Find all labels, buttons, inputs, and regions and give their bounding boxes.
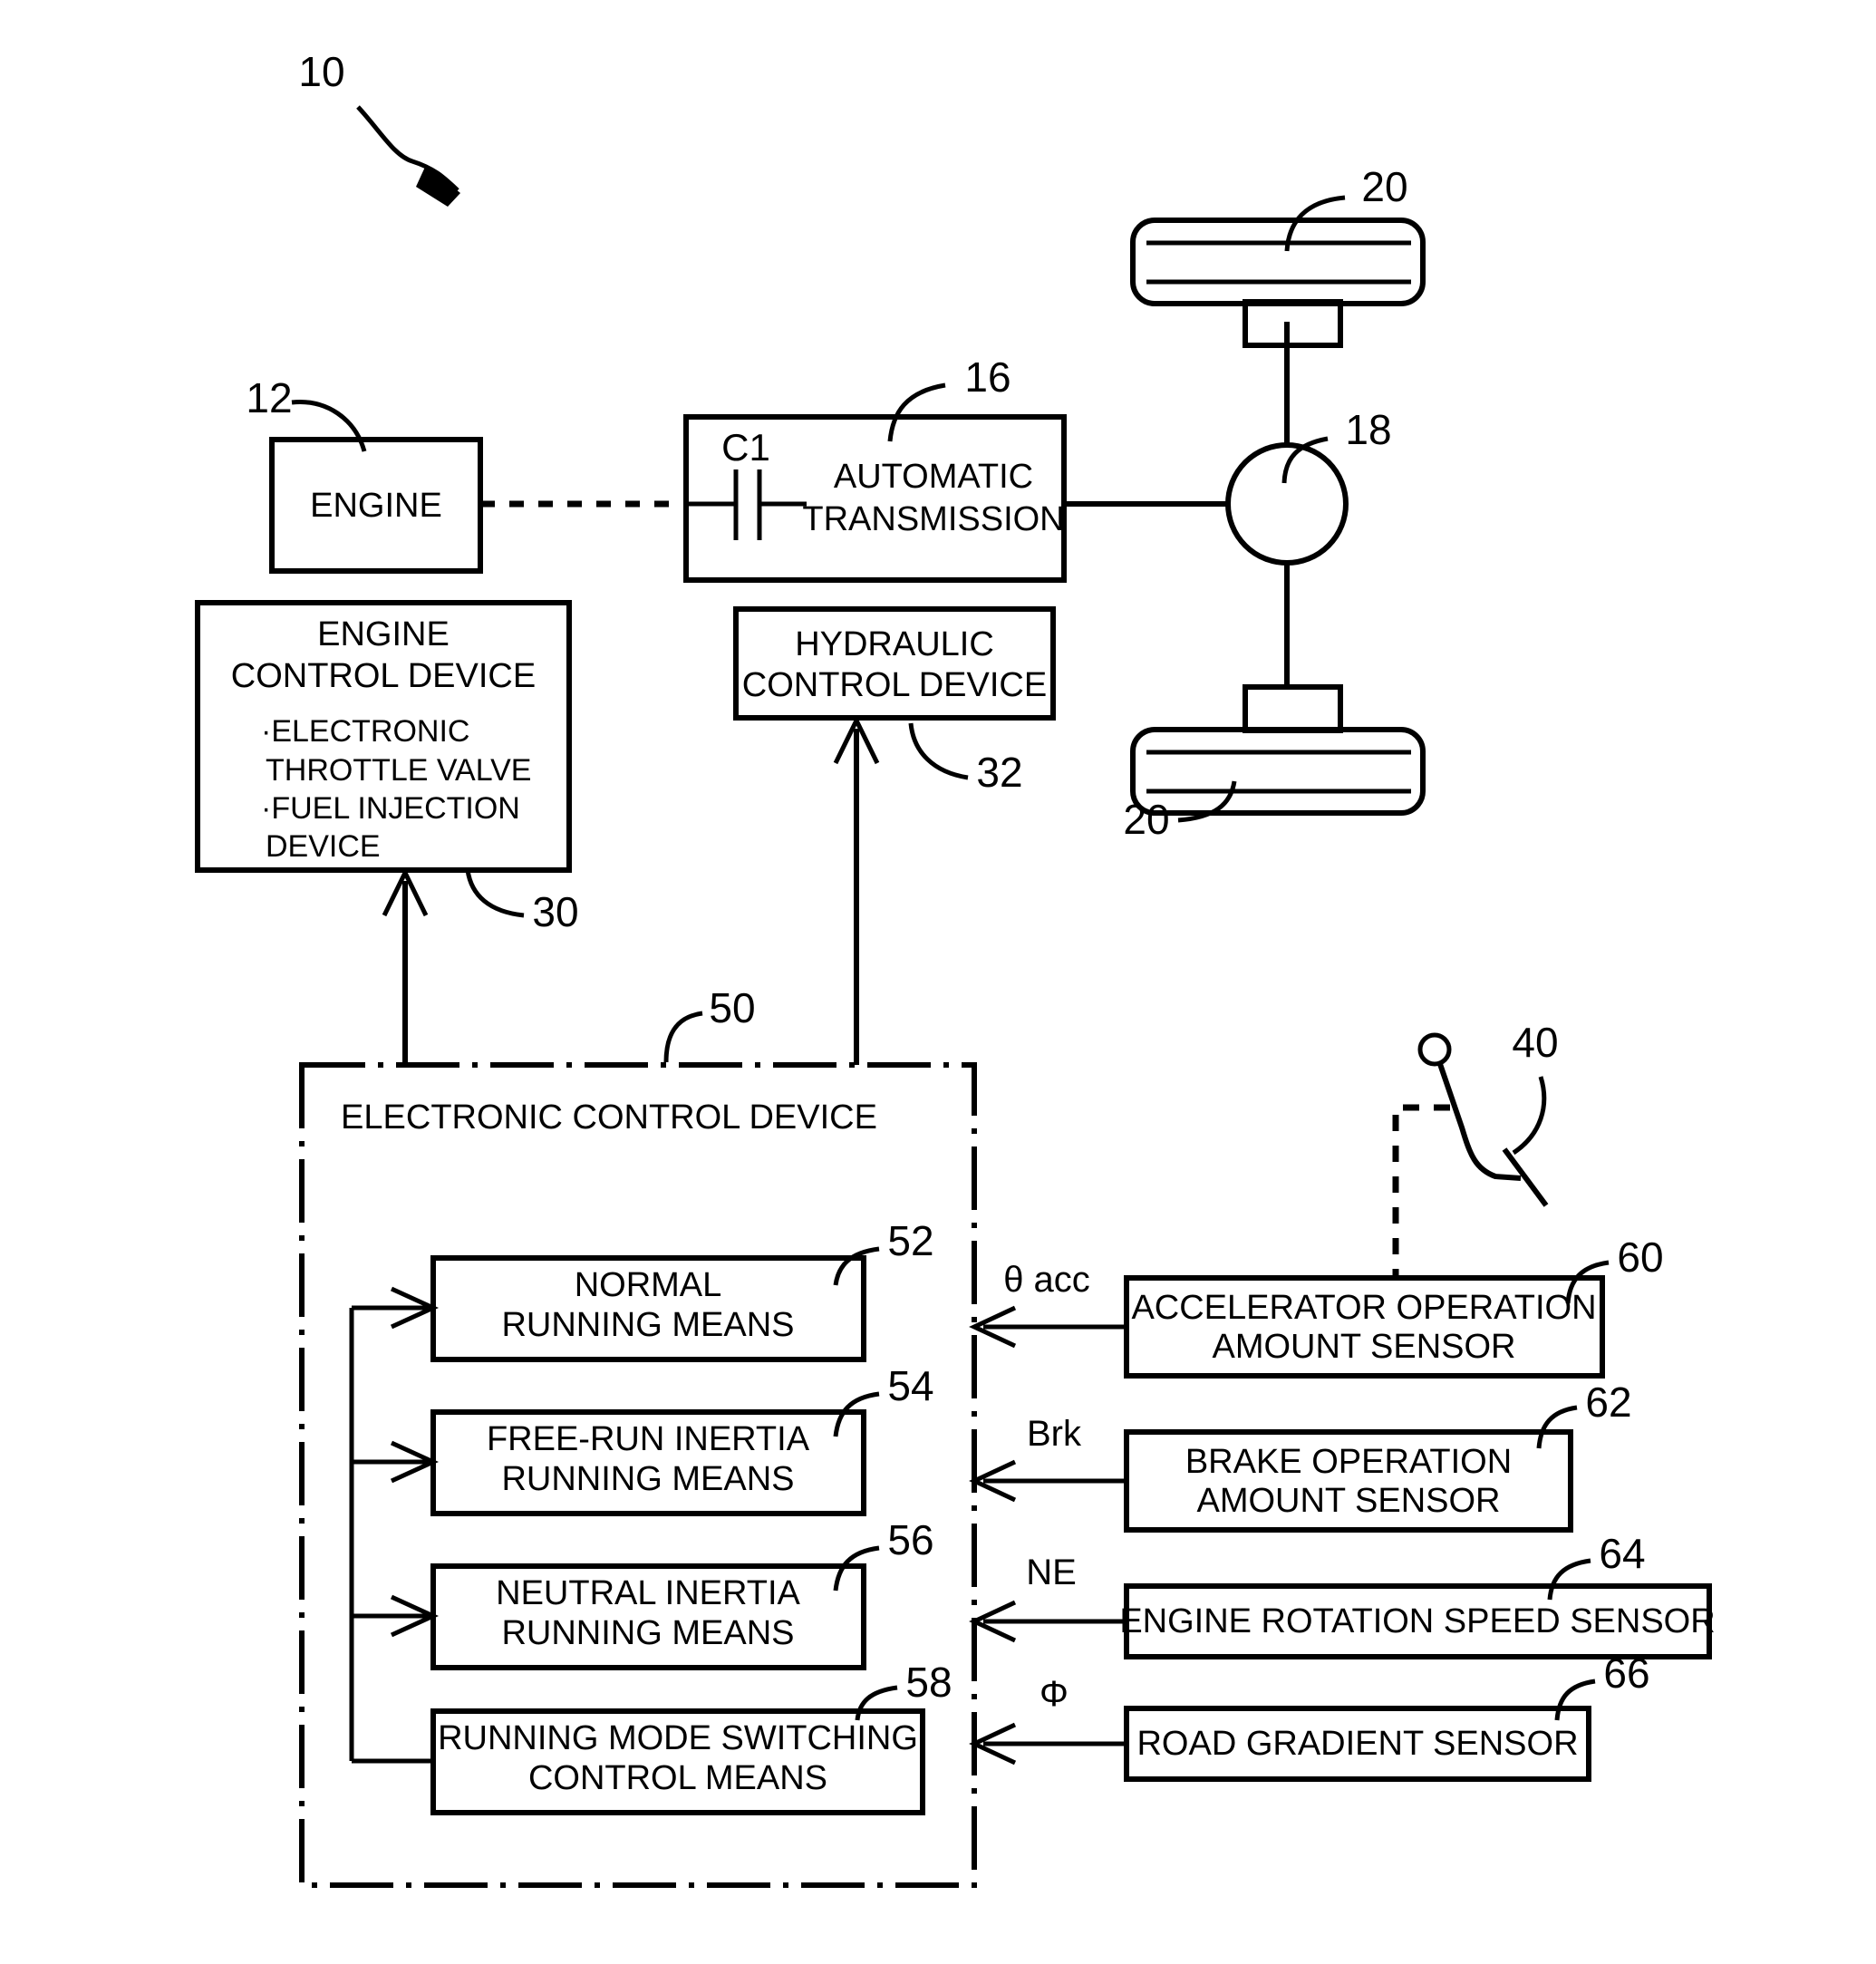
- means-switching-line2: CONTROL MEANS: [528, 1759, 827, 1797]
- sensor-road-gradient-line1: ROAD GRADIENT SENSOR: [1136, 1725, 1578, 1763]
- engine-control-bullet-2: THROTTLE VALVE: [266, 753, 531, 788]
- diagram-canvas: 10 ENGINE 12 C1 AUTOMATIC TRANSMISSION 1…: [195, 48, 1716, 1888]
- sensor-accelerator-line1: ACCELERATOR OPERATION: [1131, 1289, 1596, 1327]
- ref-64-label: 64: [1599, 1530, 1645, 1577]
- ref-10-leader: [356, 105, 459, 192]
- ref-54-leader: [833, 1391, 880, 1437]
- wheel-bottom: [1130, 727, 1426, 816]
- ref-40-leader: [1512, 1076, 1547, 1156]
- electronic-control-device-title: ELECTRONIC CONTROL DEVICE: [341, 1098, 877, 1137]
- means-neutral-line2: RUNNING MEANS: [501, 1614, 794, 1652]
- accelerator-pedal-link: [1392, 1104, 1450, 1278]
- patent-figure: 10 ENGINE 12 C1 AUTOMATIC TRANSMISSION 1…: [0, 0, 1876, 1964]
- automatic-transmission-line2: TRANSMISSION: [802, 500, 1064, 538]
- ref-32-leader: [908, 722, 969, 780]
- automatic-transmission-line1: AUTOMATIC: [834, 458, 1033, 496]
- ref-50-leader: [663, 1011, 703, 1063]
- ref-30-label: 30: [532, 888, 578, 935]
- wheel-top: [1130, 218, 1426, 306]
- ref-64-leader: [1547, 1558, 1591, 1601]
- ref-20-bottom-label: 20: [1123, 796, 1169, 843]
- signal-phi-label: Φ: [1040, 1674, 1069, 1714]
- ref-30-leader: [465, 869, 525, 918]
- ref-20-top-label: 20: [1361, 163, 1407, 210]
- ref-58-label: 58: [905, 1659, 952, 1706]
- ref-52-label: 52: [887, 1217, 933, 1264]
- ref-58-leader: [855, 1685, 898, 1721]
- accelerator-pedal-arm: [1437, 1063, 1522, 1181]
- ref-16-label: 16: [964, 353, 1011, 401]
- engine-control-bullet-4: DEVICE: [266, 829, 381, 864]
- ref-56-label: 56: [887, 1516, 933, 1563]
- means-switching-line1: RUNNING MODE SWITCHING: [438, 1719, 918, 1757]
- ref-12-label: 12: [246, 374, 292, 421]
- hydraulic-control-device-line2: CONTROL DEVICE: [742, 666, 1047, 704]
- ref-62-label: 62: [1585, 1379, 1631, 1426]
- ref-54-label: 54: [887, 1362, 933, 1409]
- signal-theta-acc-label: θ acc: [1003, 1260, 1090, 1300]
- wheel-hub-bottom: [1243, 684, 1343, 733]
- sensor-accelerator-line2: AMOUNT SENSOR: [1212, 1328, 1515, 1366]
- means-neutral-line1: NEUTRAL INERTIA: [496, 1574, 800, 1612]
- signal-brk-label: Brk: [1027, 1414, 1082, 1454]
- means-freerun-line1: FREE-RUN INERTIA: [487, 1420, 810, 1458]
- accelerator-pedal-pivot: [1417, 1032, 1452, 1067]
- engine-control-bullet-3: ·FUEL INJECTION: [261, 791, 520, 826]
- engine-control-device-line2: CONTROL DEVICE: [231, 657, 536, 695]
- sensor-engine-speed-line1: ENGINE ROTATION SPEED SENSOR: [1119, 1602, 1715, 1640]
- hydraulic-control-device-line1: HYDRAULIC: [795, 625, 994, 663]
- means-freerun-line2: RUNNING MEANS: [501, 1460, 794, 1498]
- ref-32-label: 32: [976, 749, 1022, 796]
- ref-16-leader: [887, 382, 946, 442]
- engine-control-bullet-1: ·ELECTRONIC: [261, 714, 469, 749]
- ref-10-label: 10: [298, 48, 344, 95]
- signal-ne-label: NE: [1026, 1553, 1077, 1592]
- ref-56-leader: [833, 1545, 880, 1592]
- ref-52-leader: [833, 1246, 880, 1286]
- clutch-c1-label: C1: [721, 426, 770, 469]
- engine-label: ENGINE: [310, 487, 442, 525]
- ref-50-label: 50: [709, 984, 755, 1031]
- ref-40-label: 40: [1512, 1019, 1558, 1066]
- ref-18-label: 18: [1345, 406, 1391, 453]
- ref-12-leader: [291, 400, 367, 452]
- engine-control-device-line1: ENGINE: [317, 615, 450, 653]
- means-normal-line2: RUNNING MEANS: [501, 1306, 794, 1344]
- sensor-brake-line1: BRAKE OPERATION: [1185, 1443, 1512, 1481]
- ref-66-label: 66: [1603, 1650, 1649, 1697]
- ref-60-label: 60: [1617, 1234, 1663, 1281]
- sensor-brake-line2: AMOUNT SENSOR: [1196, 1482, 1500, 1520]
- wheel-hub-top: [1243, 299, 1343, 348]
- means-normal-line1: NORMAL: [575, 1266, 722, 1304]
